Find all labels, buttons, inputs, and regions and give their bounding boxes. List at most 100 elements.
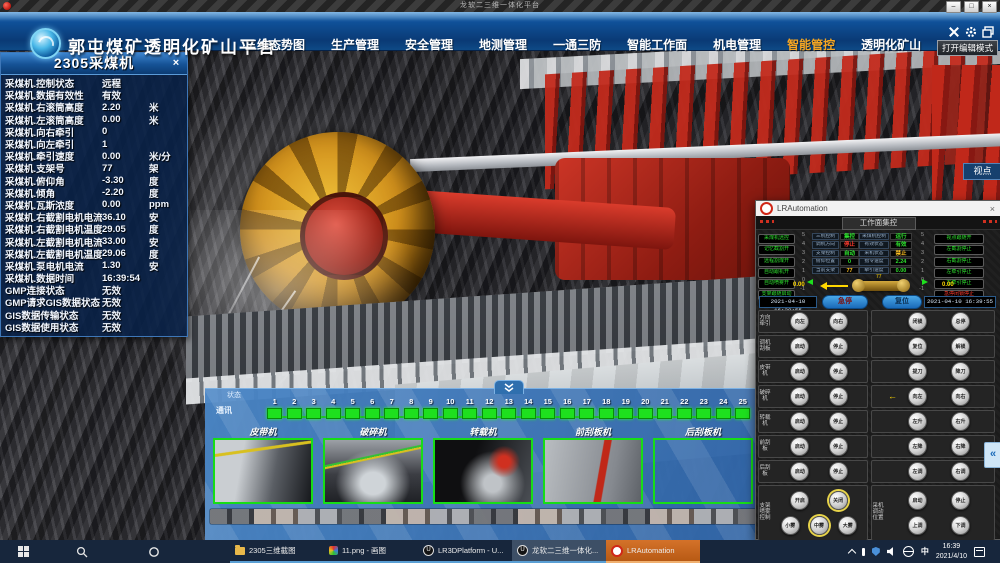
mode-button[interactable]: 记忆截割开 (758, 245, 795, 255)
menu-item[interactable]: 透明化矿山 (848, 36, 934, 53)
viewpoint-button[interactable]: 视点 (963, 163, 1000, 180)
support-status-led[interactable] (677, 408, 692, 419)
support-status-led[interactable] (735, 408, 750, 419)
control-button[interactable]: 下调 (951, 516, 970, 535)
network-icon[interactable] (903, 546, 914, 557)
support-status-led[interactable] (560, 408, 575, 419)
mode-button[interactable]: 采煤机远控 (758, 234, 795, 244)
control-button[interactable]: 复位 (908, 337, 927, 356)
control-button[interactable]: 启动 (790, 462, 809, 481)
support-status-led[interactable] (345, 408, 360, 419)
taskbar-app-button[interactable]: 龙软二三维一体化... (512, 540, 606, 563)
ime-indicator[interactable]: 中 (921, 546, 929, 557)
camera-thumbnail[interactable] (213, 438, 313, 504)
support-status-led[interactable] (482, 408, 497, 419)
security-shield-icon[interactable] (872, 547, 880, 556)
panel-close-icon[interactable]: × (169, 56, 183, 70)
control-button[interactable]: 启动 (790, 337, 809, 356)
mode-button[interactable]: 视点跟随开 (934, 234, 984, 244)
volume-icon[interactable] (887, 547, 896, 556)
mode-button[interactable]: 自动跟机开 (758, 268, 795, 278)
maximize-button[interactable]: □ (964, 1, 979, 13)
mode-button[interactable]: 自动喷雾开 (758, 279, 795, 289)
tools-icon[interactable] (948, 26, 960, 38)
control-button[interactable]: 向右 (951, 387, 970, 406)
support-status-led[interactable] (287, 408, 302, 419)
control-button[interactable]: 右降 (951, 437, 970, 456)
tab-workface-control[interactable]: 工作面集控 (842, 217, 916, 230)
control-button[interactable]: 向左 (908, 387, 927, 406)
support-status-led[interactable] (501, 408, 516, 419)
panel-back-chevron-button[interactable]: « (984, 442, 1000, 468)
control-button[interactable]: 停止 (829, 337, 848, 356)
menu-item[interactable]: 机电管理 (700, 36, 774, 53)
support-status-led[interactable] (540, 408, 555, 419)
control-button[interactable]: 启动 (790, 362, 809, 381)
mode-button[interactable]: 远程割煤开 (758, 257, 795, 267)
taskbar-app-button[interactable]: 2305三维截图 (230, 540, 324, 563)
support-status-led[interactable] (579, 408, 594, 419)
control-button[interactable]: 提刀 (908, 362, 927, 381)
control-button[interactable]: 降刀 (951, 362, 970, 381)
gear-icon[interactable] (965, 26, 977, 38)
tray-expand-chevron-icon[interactable] (848, 548, 856, 556)
control-button[interactable]: 停止 (829, 412, 848, 431)
control-button[interactable]: 向右 (829, 312, 848, 331)
close-button[interactable]: × (982, 1, 997, 13)
control-button[interactable]: 向左 (790, 312, 809, 331)
control-button[interactable]: 停止 (829, 462, 848, 481)
support-status-led[interactable] (521, 408, 536, 419)
support-status-led[interactable] (267, 408, 282, 419)
lr-close-icon[interactable]: × (988, 204, 997, 214)
taskbar-app-button[interactable]: LRAutomation (606, 540, 700, 563)
control-button[interactable]: 启动 (790, 437, 809, 456)
support-status-led[interactable] (716, 408, 731, 419)
control-button[interactable]: 上调 (908, 516, 927, 535)
menu-item[interactable]: 一通三防 (540, 36, 614, 53)
taskbar-clock[interactable]: 16:39 2021/4/10 (936, 542, 967, 561)
menu-item[interactable]: 安全管理 (392, 36, 466, 53)
control-button[interactable]: 大雾 (838, 516, 857, 535)
support-status-led[interactable] (638, 408, 653, 419)
support-status-led[interactable] (462, 408, 477, 419)
control-button[interactable]: 启动 (790, 387, 809, 406)
cortana-button[interactable] (118, 540, 190, 563)
support-status-led[interactable] (384, 408, 399, 419)
control-button[interactable]: 总停 (951, 312, 970, 331)
notification-center-icon[interactable] (974, 547, 985, 557)
collapse-panel-button[interactable] (494, 380, 524, 394)
control-button[interactable]: 停止 (829, 362, 848, 381)
control-button[interactable]: 解锁 (951, 337, 970, 356)
control-button[interactable]: 左降 (908, 437, 927, 456)
support-status-led[interactable] (443, 408, 458, 419)
control-button[interactable]: 左调 (908, 462, 927, 481)
menu-item[interactable]: 智能工作面 (614, 36, 700, 53)
control-button[interactable]: 停止 (951, 491, 970, 510)
open-edit-mode-button[interactable]: 打开编辑模式 (937, 40, 998, 56)
control-button[interactable]: 闭锁 (908, 312, 927, 331)
control-button[interactable]: 左升 (908, 412, 927, 431)
emergency-stop-button[interactable]: 急停 (822, 295, 868, 309)
camera-thumbnail[interactable] (323, 438, 423, 504)
start-button[interactable] (0, 540, 46, 563)
control-button[interactable]: 启动 (790, 412, 809, 431)
support-status-led[interactable] (306, 408, 321, 419)
control-button[interactable]: 小雾 (781, 516, 800, 535)
control-button[interactable]: 停止 (829, 387, 848, 406)
support-status-led[interactable] (696, 408, 711, 419)
restore-window-icon[interactable] (982, 26, 994, 38)
support-status-led[interactable] (599, 408, 614, 419)
support-status-led[interactable] (365, 408, 380, 419)
camera-thumbnail[interactable] (543, 438, 643, 504)
support-status-led[interactable] (326, 408, 341, 419)
control-button[interactable]: 停止 (829, 437, 848, 456)
camera-thumbnail[interactable] (433, 438, 533, 504)
mode-button[interactable]: 右截割停止 (934, 257, 984, 267)
control-button[interactable]: 启动 (908, 491, 927, 510)
support-status-led[interactable] (618, 408, 633, 419)
control-button[interactable]: 中雾 (810, 516, 829, 535)
camera-thumbnail[interactable] (653, 438, 753, 504)
control-button[interactable]: 右调 (951, 462, 970, 481)
control-button[interactable]: 右升 (951, 412, 970, 431)
menu-item[interactable]: 生产管理 (318, 36, 392, 53)
